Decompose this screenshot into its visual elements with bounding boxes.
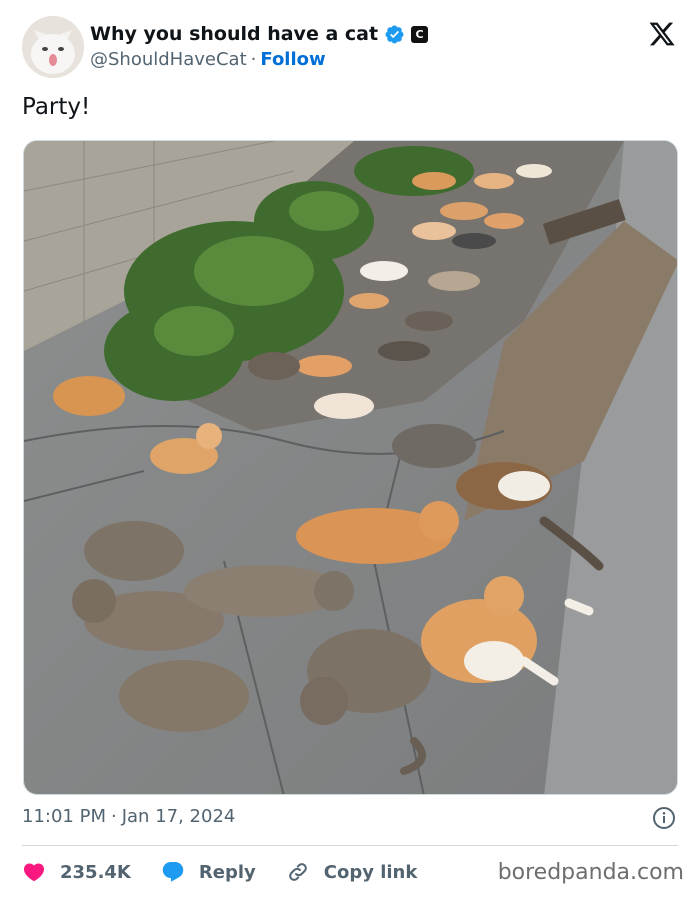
info-icon[interactable] bbox=[652, 806, 676, 830]
display-name[interactable]: Why you should have a cat bbox=[90, 23, 378, 45]
reply-button[interactable]: Reply bbox=[161, 860, 256, 884]
reply-bubble-icon bbox=[162, 862, 184, 882]
verified-badge-icon bbox=[385, 25, 404, 43]
watermark: boredpanda.com bbox=[497, 860, 684, 885]
action-bar: 235.4K Reply Copy link bbox=[22, 857, 447, 887]
x-logo-icon[interactable] bbox=[648, 20, 676, 48]
like-count: 235.4K bbox=[60, 861, 131, 883]
tweet-photo[interactable] bbox=[23, 140, 678, 795]
like-button[interactable]: 235.4K bbox=[22, 860, 131, 884]
name-row: Why you should have a cat C bbox=[90, 23, 429, 45]
copy-link-button[interactable]: Copy link bbox=[286, 860, 418, 884]
tweet-text: Party! bbox=[22, 94, 91, 120]
tweet-timestamp[interactable]: 11:01 PM · Jan 17, 2024 bbox=[22, 806, 235, 827]
reply-label: Reply bbox=[198, 861, 256, 883]
handle[interactable]: @ShouldHaveCat bbox=[90, 49, 247, 70]
heart-icon bbox=[23, 863, 45, 882]
tweet-date: Jan 17, 2024 bbox=[121, 806, 236, 827]
avatar[interactable] bbox=[22, 16, 84, 78]
tweet-time: 11:01 PM bbox=[22, 806, 106, 827]
separator: · bbox=[250, 49, 257, 70]
follow-button[interactable]: Follow bbox=[260, 49, 325, 70]
affiliate-badge: C bbox=[411, 25, 429, 43]
link-icon bbox=[288, 863, 307, 881]
divider bbox=[22, 845, 678, 846]
handle-row: @ShouldHaveCat · Follow bbox=[90, 49, 326, 70]
tweet-header: Why you should have a cat C @ShouldHaveC… bbox=[22, 16, 682, 78]
cat-avatar-icon bbox=[22, 16, 84, 78]
copy-link-label: Copy link bbox=[323, 861, 418, 883]
meta-separator: · bbox=[110, 806, 117, 827]
photo-cats-lying-on-pavement bbox=[24, 141, 677, 794]
